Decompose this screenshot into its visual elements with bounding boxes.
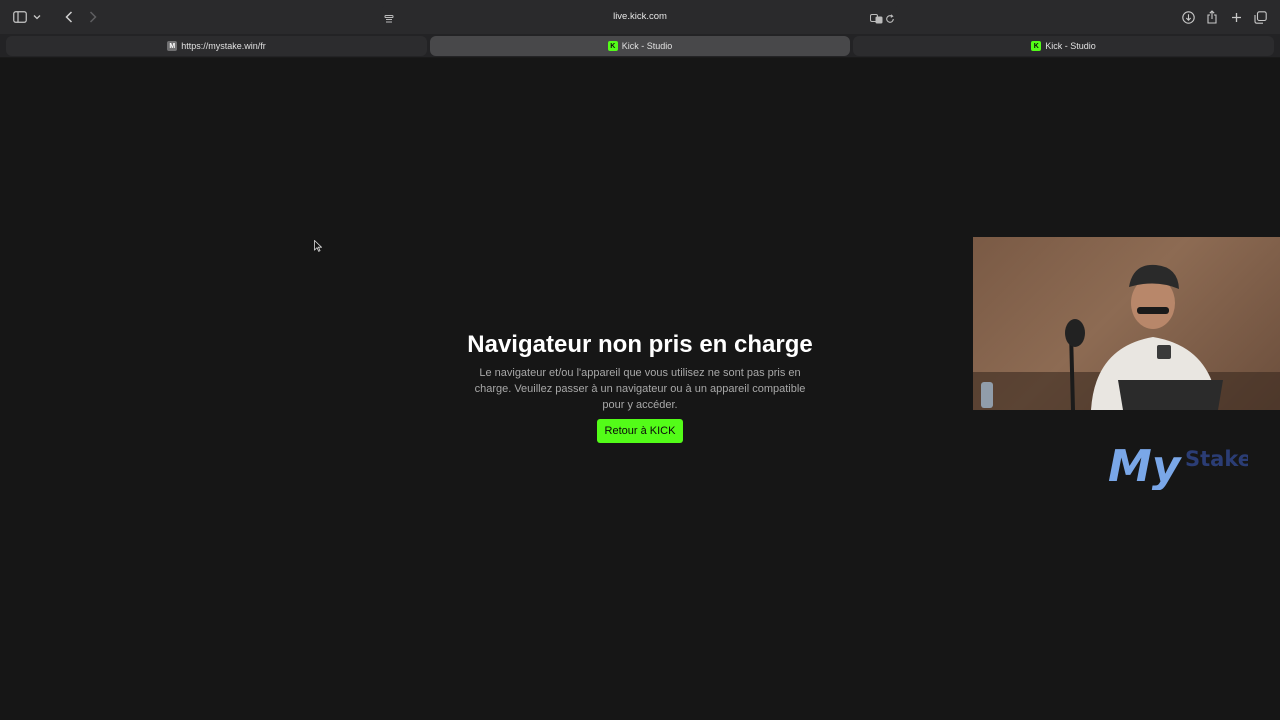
kick-favicon: K bbox=[607, 41, 618, 51]
mystake-logo: My Stake bbox=[1108, 440, 1252, 492]
page-title: Navigateur non pris en charge bbox=[467, 331, 813, 358]
tab-label: Kick - Studio bbox=[621, 41, 673, 51]
download-icon[interactable] bbox=[1179, 8, 1197, 26]
mouse-cursor-icon bbox=[314, 240, 322, 252]
reload-icon[interactable] bbox=[885, 11, 897, 23]
tab-label: Kick - Studio bbox=[1045, 41, 1096, 51]
address-text: live.kick.com bbox=[613, 11, 667, 22]
mystake-logo-my: My bbox=[1108, 441, 1183, 490]
mystake-logo-stake: Stake bbox=[1185, 447, 1248, 471]
back-to-kick-button[interactable]: Retour à KICK bbox=[596, 419, 684, 443]
translate-icon[interactable] bbox=[870, 11, 883, 24]
tab-kick-studio-active[interactable]: K Kick - Studio bbox=[430, 36, 850, 56]
browser-toolbar: live.kick.com bbox=[0, 0, 1280, 34]
mystake-favicon: M bbox=[167, 41, 178, 51]
unsupported-browser-panel: Navigateur non pris en charge Le navigat… bbox=[440, 331, 840, 443]
tab-kick-studio[interactable]: K Kick - Studio bbox=[853, 36, 1274, 56]
tab-mystake[interactable]: M https://mystake.win/fr bbox=[6, 36, 427, 56]
new-tab-icon[interactable] bbox=[1227, 8, 1245, 26]
tab-label: https://mystake.win/fr bbox=[181, 41, 266, 51]
kick-favicon: K bbox=[1031, 41, 1042, 51]
webcam-feed-image bbox=[973, 264, 1280, 410]
page-description: Le navigateur et/ou l'appareil que vous … bbox=[474, 367, 806, 411]
tab-bar: M https://mystake.win/fr K Kick - Studio… bbox=[0, 34, 1280, 58]
webcam-overlay bbox=[973, 237, 1280, 410]
tab-overview-icon[interactable] bbox=[1251, 8, 1269, 26]
share-icon[interactable] bbox=[1203, 8, 1221, 26]
